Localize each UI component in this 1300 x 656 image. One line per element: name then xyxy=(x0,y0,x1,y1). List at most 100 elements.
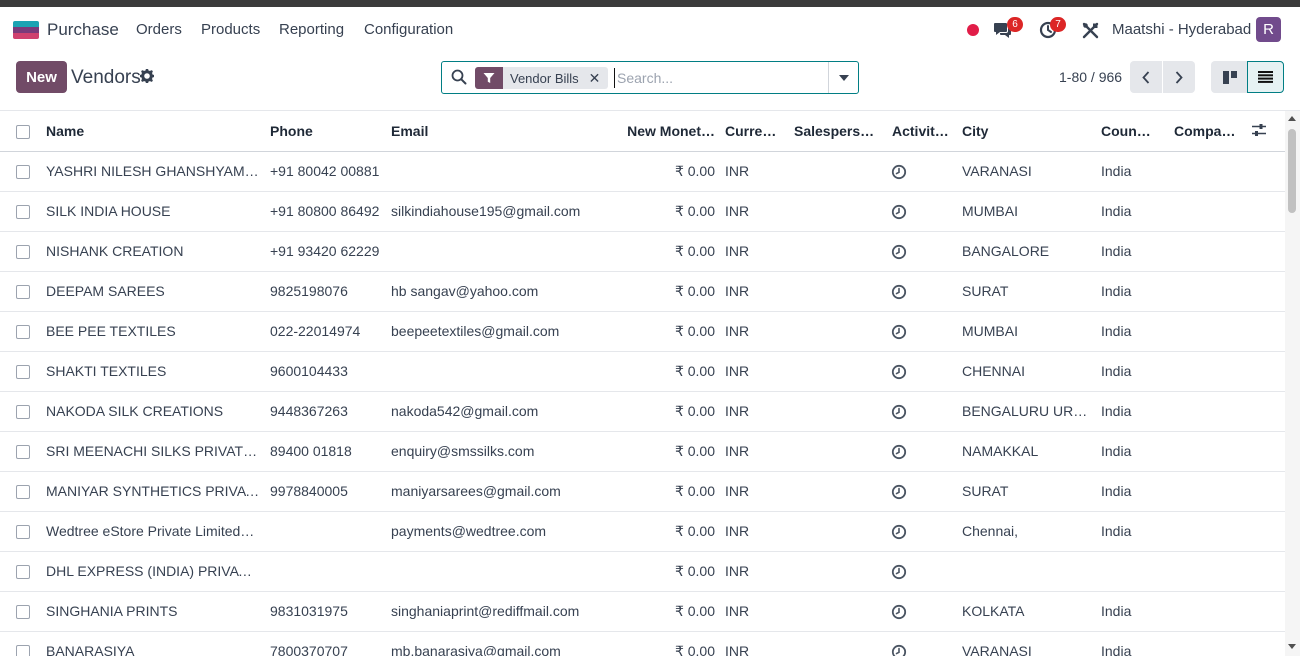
gear-icon[interactable] xyxy=(139,68,155,84)
cell-activities[interactable] xyxy=(887,311,957,352)
cell-currency[interactable]: INR xyxy=(720,271,789,312)
cell-email[interactable] xyxy=(386,551,607,592)
cell-salesperson[interactable] xyxy=(789,391,887,432)
cell-phone[interactable]: +91 80042 00881 xyxy=(265,151,386,192)
cell-salesperson[interactable] xyxy=(789,431,887,472)
column-header-salesperson[interactable]: Salespers… xyxy=(789,111,887,152)
cell-salesperson[interactable] xyxy=(789,231,887,272)
pager-previous-button[interactable] xyxy=(1130,61,1162,93)
cell-phone[interactable] xyxy=(265,551,386,592)
pager-next-button[interactable] xyxy=(1163,61,1195,93)
cell-country[interactable]: India xyxy=(1096,231,1169,272)
row-checkbox[interactable] xyxy=(16,565,30,580)
row-checkbox[interactable] xyxy=(16,205,30,220)
activity-clock-icon[interactable] xyxy=(891,482,907,499)
cell-currency[interactable]: INR xyxy=(720,471,789,512)
row-checkbox-cell[interactable] xyxy=(0,231,41,272)
cell-city[interactable]: SURAT xyxy=(957,471,1096,512)
cell-country[interactable]: India xyxy=(1096,271,1169,312)
cell-country[interactable]: India xyxy=(1096,351,1169,392)
cell-name[interactable]: SINGHANIA PRINTS xyxy=(41,591,265,632)
search-options-toggle[interactable] xyxy=(828,62,858,93)
cell-activities[interactable] xyxy=(887,591,957,632)
row-checkbox[interactable] xyxy=(16,445,30,460)
scrollbar-thumb[interactable] xyxy=(1288,129,1296,213)
cell-name[interactable]: DHL EXPRESS (INDIA) PRIVATE … xyxy=(41,551,265,592)
row-checkbox-cell[interactable] xyxy=(0,511,41,552)
cell-phone[interactable]: 7800370707 xyxy=(265,631,386,656)
cell-city[interactable]: BANGALORE xyxy=(957,231,1096,272)
cell-email[interactable]: hb sangav@yahoo.com xyxy=(386,271,607,312)
table-row[interactable]: SILK INDIA HOUSE +91 80800 86492 silkindia… xyxy=(0,191,1285,232)
cell-activities[interactable] xyxy=(887,271,957,312)
cell-country[interactable]: India xyxy=(1096,511,1169,552)
row-checkbox-cell[interactable] xyxy=(0,471,41,512)
app-name[interactable]: Purchase xyxy=(47,20,119,40)
activity-clock-icon[interactable] xyxy=(891,242,907,259)
row-checkbox[interactable] xyxy=(16,325,30,340)
cell-email[interactable]: mb.banarasiya@gmail.com xyxy=(386,631,607,656)
cell-email[interactable]: singhaniaprint@rediffmail.com xyxy=(386,591,607,632)
menu-reporting[interactable]: Reporting xyxy=(279,21,344,38)
row-checkbox-cell[interactable] xyxy=(0,271,41,312)
table-row[interactable]: NAKODA SILK CREATIONS 9448367263 nakoda542… xyxy=(0,391,1285,432)
cell-activities[interactable] xyxy=(887,231,957,272)
cell-activities[interactable] xyxy=(887,471,957,512)
cell-activities[interactable] xyxy=(887,631,957,656)
activity-clock-icon[interactable] xyxy=(891,322,907,339)
cell-company[interactable] xyxy=(1169,591,1247,632)
row-checkbox-cell[interactable] xyxy=(0,391,41,432)
cell-monetary[interactable]: ₹ 0.00 xyxy=(607,471,720,512)
cell-email[interactable]: nakoda542@gmail.com xyxy=(386,391,607,432)
cell-company[interactable] xyxy=(1169,151,1247,192)
cell-monetary[interactable]: ₹ 0.00 xyxy=(607,231,720,272)
activity-clock-icon[interactable] xyxy=(891,522,907,539)
cell-name[interactable]: NISHANK CREATION xyxy=(41,231,265,272)
cell-country[interactable]: India xyxy=(1096,591,1169,632)
row-checkbox-cell[interactable] xyxy=(0,151,41,192)
select-all-checkbox[interactable] xyxy=(16,124,30,139)
list-view-button[interactable] xyxy=(1247,61,1284,93)
cell-monetary[interactable]: ₹ 0.00 xyxy=(607,271,720,312)
cell-name[interactable]: MANIYAR SYNTHETICS PRIVATE… xyxy=(41,471,265,512)
cell-city[interactable]: BENGALURU URB… xyxy=(957,391,1096,432)
cell-city[interactable] xyxy=(957,551,1096,592)
new-button[interactable]: New xyxy=(16,61,67,93)
cell-activities[interactable] xyxy=(887,191,957,232)
cell-monetary[interactable]: ₹ 0.00 xyxy=(607,591,720,632)
cell-monetary[interactable]: ₹ 0.00 xyxy=(607,311,720,352)
cell-activities[interactable] xyxy=(887,551,957,592)
row-checkbox[interactable] xyxy=(16,605,30,620)
cell-company[interactable] xyxy=(1169,471,1247,512)
cell-salesperson[interactable] xyxy=(789,511,887,552)
cell-name[interactable]: BANARASIYA xyxy=(41,631,265,656)
search-facet[interactable]: Vendor Bills ✕ xyxy=(475,67,609,89)
column-header-currency[interactable]: Currency xyxy=(720,111,789,152)
menu-products[interactable]: Products xyxy=(201,21,260,38)
column-header-company[interactable]: Compa… xyxy=(1169,111,1247,152)
cell-company[interactable] xyxy=(1169,231,1247,272)
table-row[interactable]: SINGHANIA PRINTS 9831031975 singhaniaprint… xyxy=(0,591,1285,632)
cell-city[interactable]: NAMAKKAL xyxy=(957,431,1096,472)
cell-country[interactable]: India xyxy=(1096,391,1169,432)
cell-monetary[interactable]: ₹ 0.00 xyxy=(607,511,720,552)
row-checkbox-cell[interactable] xyxy=(0,311,41,352)
cell-salesperson[interactable] xyxy=(789,191,887,232)
cell-phone[interactable]: 9825198076 xyxy=(265,271,386,312)
row-checkbox-cell[interactable] xyxy=(0,191,41,232)
cell-currency[interactable]: INR xyxy=(720,591,789,632)
menu-orders[interactable]: Orders xyxy=(136,21,182,38)
cell-company[interactable] xyxy=(1169,271,1247,312)
cell-email[interactable] xyxy=(386,351,607,392)
cell-company[interactable] xyxy=(1169,191,1247,232)
cell-monetary[interactable]: ₹ 0.00 xyxy=(607,551,720,592)
row-checkbox[interactable] xyxy=(16,645,30,656)
cell-city[interactable]: Chennai, xyxy=(957,511,1096,552)
table-row[interactable]: DEEPAM SAREES 9825198076 hb sangav@yahoo.c… xyxy=(0,271,1285,312)
cell-city[interactable]: MUMBAI xyxy=(957,311,1096,352)
table-row[interactable]: BEE PEE TEXTILES 022-22014974 beepeetextil… xyxy=(0,311,1285,352)
table-row[interactable]: DHL EXPRESS (INDIA) PRIVATE … ₹ 0.00 INR xyxy=(0,551,1285,592)
pager-value[interactable]: 1-80 / 966 xyxy=(1059,69,1122,85)
cell-monetary[interactable]: ₹ 0.00 xyxy=(607,351,720,392)
activity-clock-icon[interactable] xyxy=(891,162,907,179)
